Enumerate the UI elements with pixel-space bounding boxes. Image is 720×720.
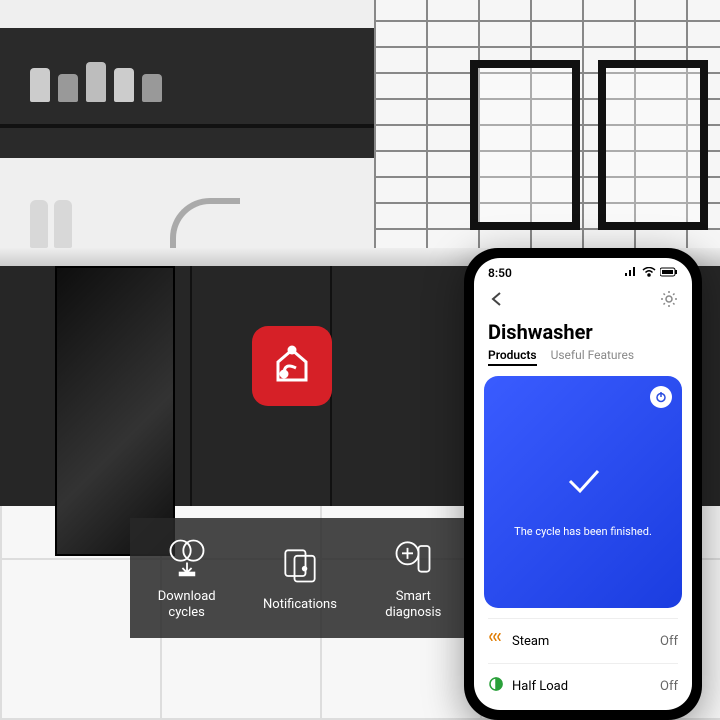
feature-notifications: Notifications <box>244 543 356 613</box>
download-cycles-icon <box>165 535 209 583</box>
thinq-app-badge <box>252 326 332 406</box>
setting-value: Off <box>660 634 678 649</box>
wifi-icon <box>642 266 656 280</box>
tab-products[interactable]: Products <box>488 348 537 366</box>
power-button[interactable] <box>650 386 672 408</box>
feature-label: Smartdiagnosis <box>385 589 441 620</box>
setting-row-steam[interactable]: Steam Off <box>488 618 678 663</box>
phone-screen: 8:50 Dishwasher Products <box>474 258 692 710</box>
thinq-home-icon <box>268 340 316 392</box>
feature-label: Notifications <box>263 597 337 613</box>
setting-label: Steam <box>512 634 549 649</box>
feature-download-cycles: Downloadcycles <box>131 535 243 620</box>
smart-diagnosis-icon <box>391 535 435 583</box>
back-icon[interactable] <box>488 290 506 308</box>
kitchen-scene: Downloadcycles Notifications Smartdiag <box>0 0 720 720</box>
settings-list: Steam Off Half Load Off <box>474 618 692 708</box>
feature-smart-diagnosis: Smartdiagnosis <box>357 535 469 620</box>
picture-frame <box>598 60 708 230</box>
setting-label: Half Load <box>512 679 568 694</box>
shelf <box>0 98 374 128</box>
gear-icon[interactable] <box>660 290 678 308</box>
dishwasher-appliance <box>55 266 175 556</box>
app-header <box>474 284 692 320</box>
status-text: The cycle has been finished. <box>514 525 652 538</box>
battery-icon <box>660 266 678 280</box>
feature-label: Downloadcycles <box>158 589 216 620</box>
features-bar: Downloadcycles Notifications Smartdiag <box>130 518 470 638</box>
status-card: The cycle has been finished. <box>484 376 682 608</box>
notifications-icon <box>278 543 322 591</box>
check-icon <box>560 457 606 507</box>
setting-value: Off <box>660 679 678 694</box>
picture-frame <box>470 60 580 230</box>
title-area: Dishwasher Products Useful Features <box>474 320 692 366</box>
tab-useful-features[interactable]: Useful Features <box>551 348 634 366</box>
phone-status-bar: 8:50 <box>474 258 692 284</box>
status-time: 8:50 <box>488 266 512 280</box>
phone-mockup: 8:50 Dishwasher Products <box>464 248 702 720</box>
signal-icon <box>624 266 638 280</box>
steam-icon <box>488 631 504 651</box>
setting-row-halfload[interactable]: Half Load Off <box>488 663 678 708</box>
page-title: Dishwasher <box>488 320 678 344</box>
halfload-icon <box>488 676 504 696</box>
tabs: Products Useful Features <box>488 348 678 366</box>
